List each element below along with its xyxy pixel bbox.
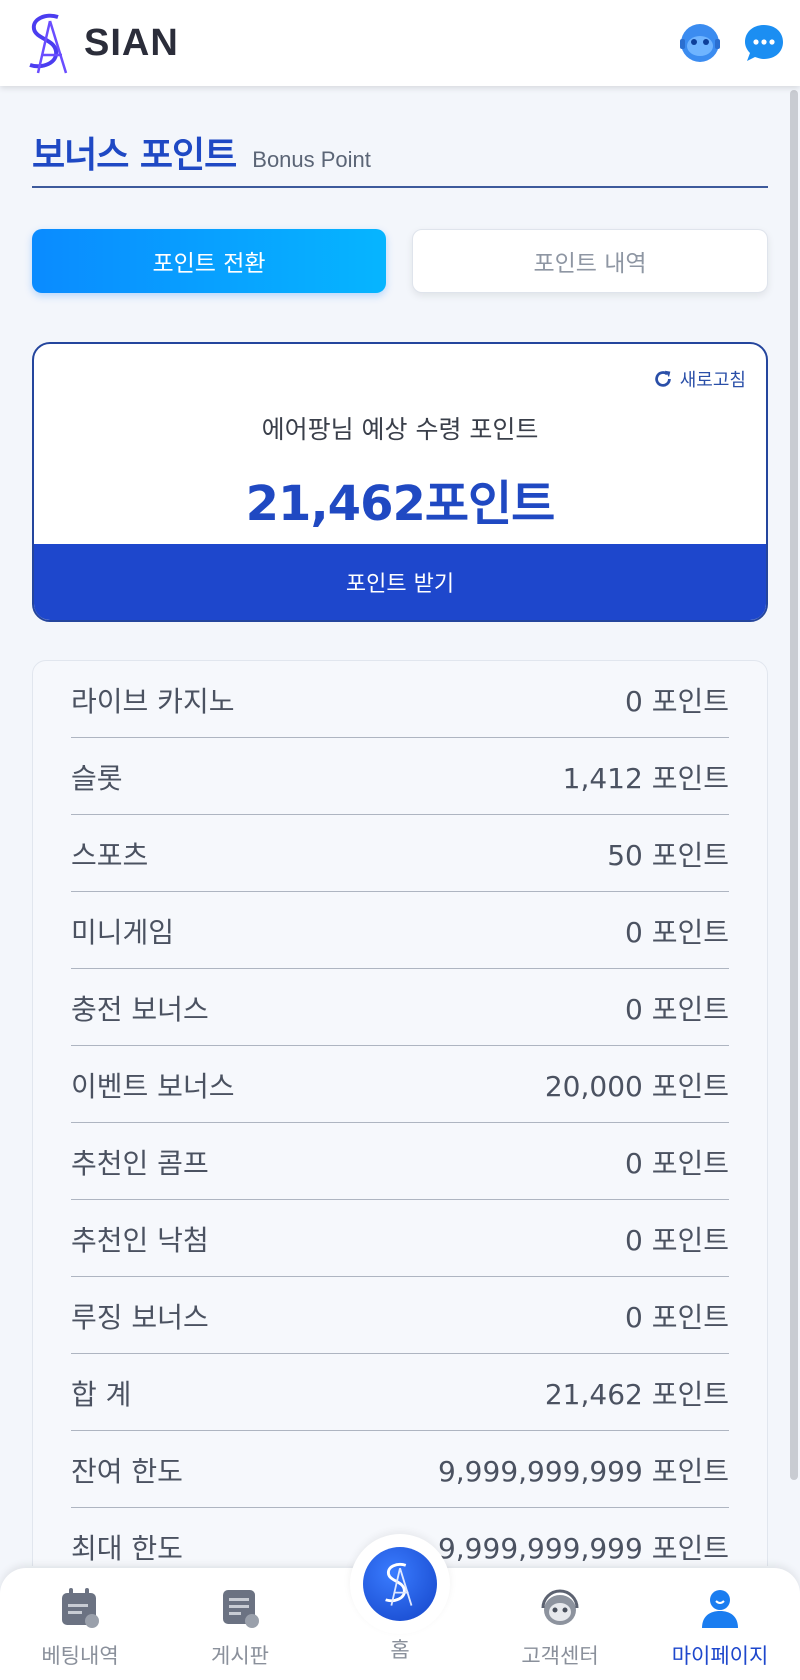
list-item: 슬롯 1,412 포인트 <box>71 738 729 815</box>
content-scroll-area[interactable]: 보너스 포인트 Bonus Point 포인트 전환 포인트 내역 새로고침 에… <box>0 86 800 1566</box>
expected-points-label: 에어팡님 예상 수령 포인트 <box>261 415 539 444</box>
tab-point-conversion[interactable]: 포인트 전환 <box>32 229 386 293</box>
total-row: 합 계 21,462 포인트 <box>71 1354 729 1431</box>
receive-points-button[interactable]: 포인트 받기 <box>34 544 766 620</box>
refresh-icon <box>654 370 671 387</box>
home-logo-icon <box>363 1547 437 1621</box>
remaining-limit-value: 9,999,999,999 포인트 <box>437 1454 729 1488</box>
calendar-icon <box>62 1588 99 1628</box>
list-item-label: 슬롯 <box>71 761 123 795</box>
total-value: 21,462 포인트 <box>544 1377 729 1411</box>
list-item: 스포츠 50 포인트 <box>71 815 729 892</box>
max-limit-value: 9,999,999,999 포인트 <box>437 1531 729 1565</box>
avatar-icon[interactable] <box>678 21 722 65</box>
nav-my-page[interactable]: 마이페이지 <box>650 1586 790 1676</box>
nav-label: 고객센터 <box>521 1644 599 1668</box>
max-limit-label: 최대 한도 <box>71 1531 183 1565</box>
sian-logo-icon <box>29 13 68 74</box>
tab-point-history[interactable]: 포인트 내역 <box>412 229 768 293</box>
scrollbar[interactable] <box>790 90 798 1480</box>
page-title: 보너스 포인트 <box>32 135 237 176</box>
list-item: 루징 보너스 0 포인트 <box>71 1277 729 1354</box>
total-label: 합 계 <box>71 1377 132 1411</box>
nav-label: 베팅내역 <box>41 1644 119 1668</box>
list-item-value: 0 포인트 <box>625 992 729 1026</box>
list-item-value: 0 포인트 <box>625 1223 729 1257</box>
list-item-value: 0 포인트 <box>625 684 729 718</box>
nav-label: 게시판 <box>211 1644 269 1668</box>
list-item-label: 추천인 낙첨 <box>71 1223 209 1257</box>
list-item-label: 이벤트 보너스 <box>71 1069 235 1103</box>
remaining-limit-label: 잔여 한도 <box>71 1454 183 1488</box>
list-item: 추천인 콤프 0 포인트 <box>71 1123 729 1200</box>
nav-label: 마이페이지 <box>671 1644 769 1668</box>
nav-home[interactable] <box>350 1534 450 1634</box>
page-subtitle: Bonus Point <box>252 147 371 172</box>
list-item-label: 루징 보너스 <box>71 1300 209 1334</box>
chat-icon[interactable] <box>742 21 786 65</box>
list-item: 라이브 카지노 0 포인트 <box>71 661 729 738</box>
list-item-value: 0 포인트 <box>625 1300 729 1334</box>
nav-board[interactable]: 게시판 <box>170 1586 310 1676</box>
list-item-label: 추천인 콤프 <box>71 1146 209 1180</box>
list-item: 추천인 낙첨 0 포인트 <box>71 1200 729 1277</box>
tab-bar: 포인트 전환 포인트 내역 <box>32 229 768 293</box>
list-item-value: 1,412 포인트 <box>562 761 729 795</box>
list-item-label: 미니게임 <box>71 915 175 949</box>
expected-points-card: 새로고침 에어팡님 예상 수령 포인트 21,462포인트 포인트 받기 <box>32 342 768 622</box>
remaining-limit-row: 잔여 한도 9,999,999,999 포인트 <box>71 1431 729 1508</box>
list-item-value: 20,000 포인트 <box>544 1069 729 1103</box>
nav-betting-history[interactable]: 베팅내역 <box>10 1586 150 1676</box>
list-item-label: 라이브 카지노 <box>71 684 235 718</box>
list-item: 이벤트 보너스 20,000 포인트 <box>71 1046 729 1123</box>
nav-customer-center[interactable]: 고객센터 <box>490 1586 630 1676</box>
support-icon <box>541 1589 579 1625</box>
user-icon <box>702 1590 738 1628</box>
list-item-value: 0 포인트 <box>625 915 729 949</box>
nav-home-label: 홈 <box>390 1638 410 1662</box>
page-title-bar: 보너스 포인트 Bonus Point <box>32 126 768 188</box>
expected-points-value: 21,462포인트 <box>245 476 556 532</box>
list-item-value: 50 포인트 <box>607 838 729 872</box>
list-item-label: 충전 보너스 <box>71 992 209 1026</box>
list-item-value: 0 포인트 <box>625 1146 729 1180</box>
list-item: 충전 보너스 0 포인트 <box>71 969 729 1046</box>
refresh-button[interactable]: 새로고침 <box>652 366 746 392</box>
brand-logo[interactable]: SIAN <box>20 11 179 75</box>
list-item: 미니게임 0 포인트 <box>71 892 729 969</box>
brand-name: SIAN <box>84 21 179 64</box>
app-header: SIAN <box>0 0 800 86</box>
refresh-label: 새로고침 <box>679 370 746 391</box>
list-item-label: 스포츠 <box>71 838 149 872</box>
board-icon <box>223 1590 259 1628</box>
points-breakdown-list: 라이브 카지노 0 포인트 슬롯 1,412 포인트 스포츠 50 포인트 미니… <box>32 660 768 1566</box>
